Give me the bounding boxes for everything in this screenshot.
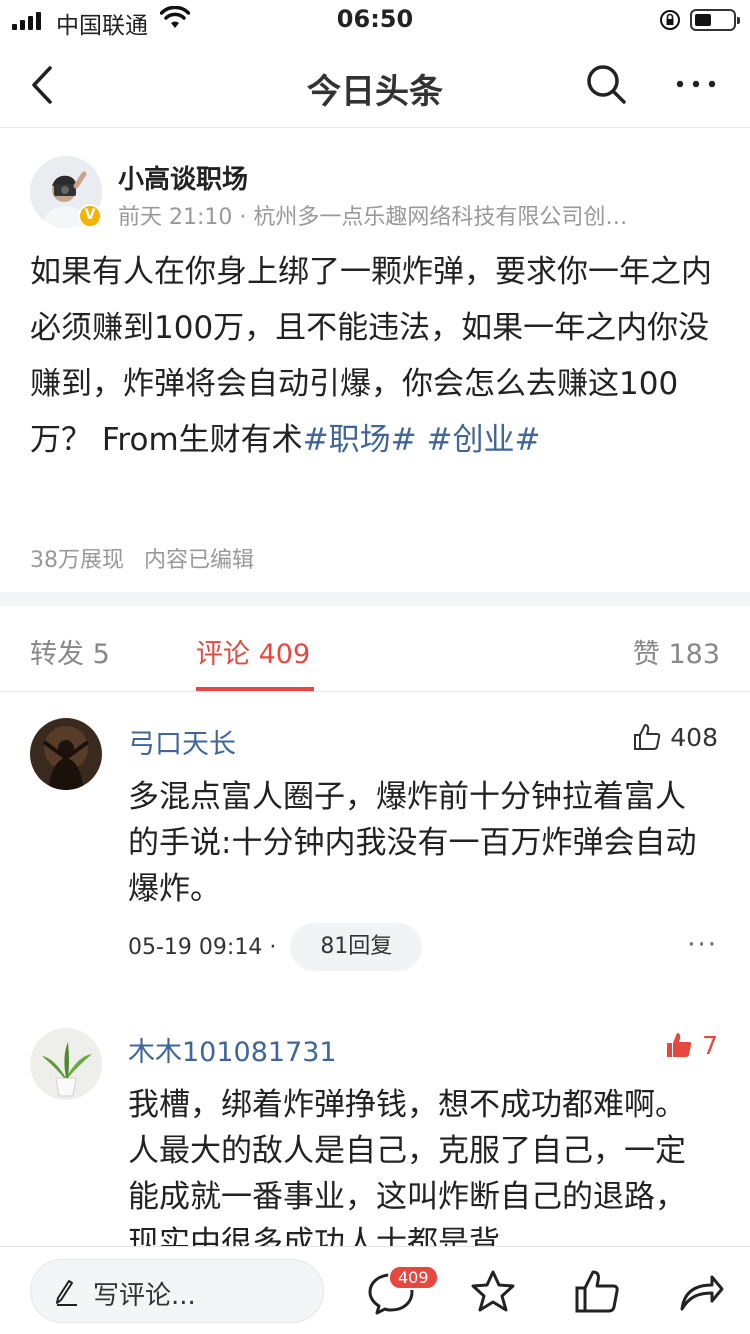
comment-count-badge: 409 <box>388 1265 439 1290</box>
engagement-tabs: 转发 5 评论 409 赞 183 <box>0 606 750 692</box>
status-bar: 中国联通 06:50 <box>0 0 750 42</box>
section-divider <box>0 592 750 606</box>
author-name[interactable]: 小高谈职场 <box>118 159 248 196</box>
write-comment-input[interactable]: 写评论... <box>30 1259 324 1323</box>
comment-like-button[interactable]: 7 <box>664 1030 718 1060</box>
post-body: 如果有人在你身上绑了一颗炸弹，要求你一年之内必须赚到100万，且不能违法，如果一… <box>30 244 720 468</box>
page-title: 今日头条 <box>307 72 443 112</box>
reply-count-button[interactable]: 81回复 <box>290 923 423 971</box>
commenter-name[interactable]: 弓口天长 <box>128 722 236 761</box>
edited-label: 内容已编辑 <box>144 548 255 573</box>
thumbs-up-icon <box>634 724 661 750</box>
comment-text: 我槽，绑着炸弹挣钱，想不成功都难啊。人最大的敌人是自己，克服了自己，一定能成就一… <box>128 1087 686 1261</box>
post-stats: 38万展现 内容已编辑 <box>30 542 254 574</box>
comment-like-count: 7 <box>702 1030 718 1060</box>
rotation-lock-icon <box>660 10 680 30</box>
comment-time: 05-19 09:14 · <box>128 934 277 960</box>
clock: 06:50 <box>336 5 414 33</box>
favorite-star-icon[interactable] <box>468 1267 518 1317</box>
active-tab-indicator <box>196 687 314 691</box>
view-count: 38万展现 <box>30 548 124 573</box>
like-thumb-icon[interactable] <box>572 1267 622 1317</box>
pen-icon <box>56 1280 77 1306</box>
commenter-avatar[interactable] <box>30 718 102 790</box>
comment-more-icon[interactable]: ··· <box>687 930 718 960</box>
comment-like-button[interactable]: 408 <box>632 722 718 752</box>
tab-likes[interactable]: 赞 183 <box>633 632 720 671</box>
comment-like-count: 408 <box>670 722 718 752</box>
comment-text: 多混点富人圈子，爆炸前十分钟拉着富人的手说:十分钟内我没有一百万炸弹会自动爆炸。 <box>128 779 697 907</box>
tab-comments[interactable]: 评论 409 <box>196 632 310 671</box>
nav-bar: 今日头条 <box>0 42 750 128</box>
verified-badge-icon: V <box>78 204 102 228</box>
commenter-avatar[interactable] <box>30 1028 102 1100</box>
bottom-action-bar: 写评论... 409 <box>0 1246 750 1334</box>
thumbs-up-filled-icon <box>667 1033 692 1057</box>
hashtag-startup[interactable]: #创业# <box>426 422 540 458</box>
battery-icon <box>690 9 740 31</box>
commenter-name[interactable]: 木木101081731 <box>128 1030 337 1069</box>
share-arrow-icon[interactable] <box>676 1267 726 1317</box>
write-comment-placeholder: 写评论... <box>93 1281 196 1311</box>
search-icon[interactable] <box>584 62 628 106</box>
tab-forward[interactable]: 转发 5 <box>30 632 110 671</box>
more-options-icon[interactable] <box>674 62 718 106</box>
hashtag-career[interactable]: #职场# <box>303 422 417 458</box>
author-meta: 前天 21:10 · 杭州多一点乐趣网络科技有限公司创… <box>118 205 628 230</box>
comment-footer: 05-19 09:14 · 81回复 <box>128 923 423 971</box>
